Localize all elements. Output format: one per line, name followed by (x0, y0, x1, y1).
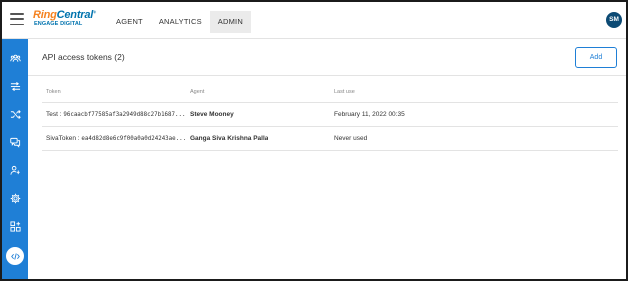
sidebar-item-conversations[interactable] (2, 132, 28, 152)
page-title: API access tokens (2) (42, 52, 125, 62)
top-nav: AGENT ANALYTICS ADMIN (108, 11, 251, 33)
table-header: Token Agent Last use (42, 87, 618, 103)
logo-tm: ® (93, 9, 96, 15)
ringcentral-logo[interactable]: RingCentral® ENGAGE DIGITAL (33, 10, 96, 28)
nav-admin[interactable]: ADMIN (209, 11, 251, 33)
logo-subtitle: ENGAGE DIGITAL (34, 21, 83, 27)
token-value: 96caacbf77585af3a2949d88c27b1687... (63, 112, 186, 118)
add-token-button[interactable]: Add (575, 47, 617, 68)
sidebar-item-agents[interactable] (2, 160, 28, 180)
code-icon (10, 252, 20, 260)
column-header-last-use[interactable]: Last use (334, 89, 355, 95)
column-header-token[interactable]: Token (46, 89, 61, 95)
sidebar (2, 39, 28, 279)
logo-ring-text: Ring (33, 9, 57, 21)
last-use-cell: Never used (334, 135, 368, 142)
agent-cell: Steve Mooney (190, 111, 234, 118)
last-use-cell: February 11, 2022 00:35 (334, 111, 405, 118)
agent-cell: Ganga Siva Krishna Palla (190, 135, 269, 142)
sidebar-item-routing[interactable] (2, 76, 28, 96)
shuffle-icon (10, 109, 21, 119)
top-bar: RingCentral® ENGAGE DIGITAL AGENT ANALYT… (2, 2, 626, 39)
user-avatar[interactable]: SM (606, 12, 622, 28)
extensions-icon (9, 220, 21, 232)
sidebar-item-users[interactable] (2, 48, 28, 68)
sidebar-item-shuffle[interactable] (2, 104, 28, 124)
table-row[interactable]: Test : 96caacbf77585af3a2949d88c27b1687.… (42, 103, 618, 127)
column-header-agent[interactable]: Agent (190, 89, 204, 95)
nav-analytics[interactable]: ANALYTICS (151, 11, 210, 33)
tokens-table: Token Agent Last use Test : 96caacbf7758… (42, 87, 618, 151)
chat-bubbles-icon (9, 137, 20, 148)
token-name: Test (46, 111, 58, 118)
token-cell: SivaToken : ea4d82d8e6c9f00a0a0d24243ae.… (46, 135, 187, 142)
token-cell: Test : 96caacbf77585af3a2949d88c27b1687.… (46, 111, 186, 118)
agent-settings-icon (9, 165, 20, 175)
users-icon (9, 54, 21, 62)
sidebar-item-settings[interactable] (2, 188, 28, 208)
routing-icon (10, 81, 20, 91)
sidebar-item-api[interactable] (2, 246, 28, 266)
token-name: SivaToken (46, 135, 76, 142)
sidebar-item-extensions[interactable] (2, 216, 28, 236)
main-content: API access tokens (2) Add Token Agent La… (28, 39, 626, 279)
table-row[interactable]: SivaToken : ea4d82d8e6c9f00a0a0d24243ae.… (42, 127, 618, 151)
nav-agent[interactable]: AGENT (108, 11, 151, 33)
sidebar-active-indicator (6, 247, 24, 265)
app-window: RingCentral® ENGAGE DIGITAL AGENT ANALYT… (0, 0, 628, 281)
hamburger-menu-icon[interactable] (10, 13, 24, 25)
logo-central-text: Central (56, 9, 94, 21)
token-value: ea4d82d8e6c9f00a0a0d24243ae... (81, 136, 187, 142)
gear-icon (10, 193, 20, 203)
page-header: API access tokens (2) Add (28, 39, 626, 76)
